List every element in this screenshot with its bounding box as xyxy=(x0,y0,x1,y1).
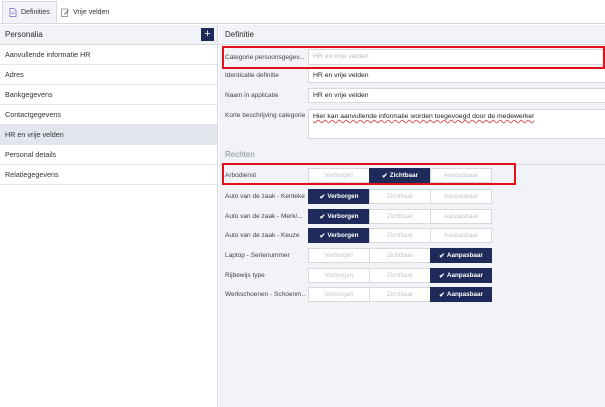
right-panel: Definitie Categorie persoonsgegev... HR … xyxy=(219,25,605,407)
rights-option-verborgen-button[interactable]: ✔ Verborgen xyxy=(308,209,370,224)
rights-option-zichtbaar-button[interactable]: Zichtbaar xyxy=(369,228,431,243)
check-icon: ✔ xyxy=(319,232,326,240)
nav-item-hr-en-vrije-velden[interactable]: HR en vrije velden xyxy=(0,125,217,145)
rights-option-label: Verborgen xyxy=(324,272,354,279)
rights-option-verborgen-button[interactable]: ✔ Verborgen xyxy=(308,189,370,204)
identicatie-input[interactable]: HR en vrije velden xyxy=(308,68,605,83)
rights-option-aanpasbaar-button[interactable]: ✔ Aanpasbaar xyxy=(430,287,492,302)
rights-option-zichtbaar-button[interactable]: Zichtbaar xyxy=(369,268,431,283)
left-panel: Personalia + Aanvullende informatie HR A… xyxy=(0,25,218,407)
rights-option-label: Aanpasbaar xyxy=(444,172,478,179)
tab-vrije-velden[interactable]: Vrije velden xyxy=(55,1,115,23)
rights-option-label: Zichtbaar xyxy=(386,291,414,298)
rights-option-zichtbaar-button[interactable]: ✔ Zichtbaar xyxy=(369,168,431,183)
rights-option-label: Aanpasbaar xyxy=(446,291,483,298)
rights-toggle-group: Verborgen Zichtbaar ✔ Aanpasbaar xyxy=(308,268,493,283)
left-panel-title: Personalia xyxy=(5,30,43,39)
rights-row-label: Auto van de zaak - Kenteken xyxy=(225,193,305,200)
tab-vrije-velden-label: Vrije velden xyxy=(73,8,110,16)
tab-bar: Definities Vrije velden xyxy=(0,0,605,24)
check-icon: ✔ xyxy=(319,213,326,221)
rights-row-label: Auto van de zaak - Merk/... xyxy=(225,213,303,220)
rights-option-zichtbaar-button[interactable]: Zichtbaar xyxy=(369,287,431,302)
rights-option-aanpasbaar-button[interactable]: ✔ Aanpasbaar xyxy=(430,268,492,283)
rights-option-label: Aanpasbaar xyxy=(446,252,483,259)
rights-option-aanpasbaar-button[interactable]: Aanpasbaar xyxy=(430,209,492,224)
rights-option-label: Verborgen xyxy=(324,291,354,298)
rights-option-verborgen-button[interactable]: Verborgen xyxy=(308,168,370,183)
naam-input[interactable]: HR en vrije velden xyxy=(308,88,605,103)
rights-option-zichtbaar-button[interactable]: Zichtbaar xyxy=(369,248,431,263)
rights-option-verborgen-button[interactable]: ✔ Verborgen xyxy=(308,228,370,243)
rights-option-label: Aanpasbaar xyxy=(444,232,478,239)
nav-item-label: Contactgegevens xyxy=(5,110,61,119)
rights-option-label: Zichtbaar xyxy=(386,272,414,279)
rights-option-aanpasbaar-button[interactable]: Aanpasbaar xyxy=(430,168,492,183)
rights-option-label: Verborgen xyxy=(327,193,359,200)
rights-option-zichtbaar-button[interactable]: Zichtbaar xyxy=(369,189,431,204)
nav-item-relatiegegevens[interactable]: Relatiegegevens xyxy=(0,165,217,185)
rights-option-label: Aanpasbaar xyxy=(444,193,478,200)
field-label-categorie: Categorie persoonsgegev... xyxy=(225,54,305,61)
rights-row-label: Laptop - Serienummer xyxy=(225,252,290,259)
check-icon: ✔ xyxy=(439,252,445,260)
rights-toggle-group: Verborgen ✔ Zichtbaar Aanpasbaar xyxy=(308,168,493,183)
rights-toggle-group: Verborgen Zichtbaar ✔ Aanpasbaar xyxy=(308,248,493,263)
tab-definities-label: Definities xyxy=(21,8,50,16)
rights-option-zichtbaar-button[interactable]: Zichtbaar xyxy=(369,209,431,224)
nav-item-contactgegevens[interactable]: Contactgegevens xyxy=(0,105,217,125)
beschrijving-textarea[interactable]: Hier kan aanvullende informatie worden t… xyxy=(308,109,605,139)
rights-toggle-group: Verborgen Zichtbaar ✔ Aanpasbaar xyxy=(308,287,493,302)
rights-row-label: Arbodienst xyxy=(225,172,257,179)
rights-option-aanpasbaar-button[interactable]: Aanpasbaar xyxy=(430,228,492,243)
rights-row-label: Rijbewijs type xyxy=(225,272,265,279)
document-icon xyxy=(9,7,17,17)
tab-definities[interactable]: Definities xyxy=(2,1,57,23)
nav-item-label: Bankgegevens xyxy=(5,90,53,99)
rights-option-label: Zichtbaar xyxy=(386,252,414,259)
left-panel-header: Personalia + xyxy=(0,25,217,45)
rights-option-label: Aanpasbaar xyxy=(444,213,478,220)
rights-option-label: Verborgen xyxy=(327,213,359,220)
rights-option-label: Zichtbaar xyxy=(389,172,419,179)
section-title-rechten: Rechten xyxy=(219,145,605,165)
nav-item-adres[interactable]: Adres xyxy=(0,65,217,85)
check-icon: ✔ xyxy=(439,291,445,299)
nav-item-bankgegevens[interactable]: Bankgegevens xyxy=(0,85,217,105)
rights-option-aanpasbaar-button[interactable]: Aanpasbaar xyxy=(430,189,492,204)
field-label-identicatie: Identicatie definitie xyxy=(225,72,279,79)
nav-item-aanvullende-informatie-hr[interactable]: Aanvullende informatie HR xyxy=(0,45,217,65)
rights-toggle-group: ✔ Verborgen Zichtbaar Aanpasbaar xyxy=(308,228,493,243)
field-label-naam: Naam in applicatie xyxy=(225,92,279,99)
check-icon: ✔ xyxy=(439,272,445,280)
rights-option-label: Verborgen xyxy=(324,172,354,179)
rights-option-verborgen-button[interactable]: Verborgen xyxy=(308,287,370,302)
nav-item-label: Aanvullende informatie HR xyxy=(5,50,91,59)
rights-option-label: Zichtbaar xyxy=(386,213,414,220)
nav-item-label: Adres xyxy=(5,70,24,79)
rights-option-label: Zichtbaar xyxy=(386,193,414,200)
nav-item-label: HR en vrije velden xyxy=(5,130,64,139)
rights-option-label: Verborgen xyxy=(327,232,359,239)
check-icon: ✔ xyxy=(319,193,326,201)
categorie-input[interactable]: HR en vrije velden xyxy=(308,49,605,65)
rights-option-label: Aanpasbaar xyxy=(446,272,483,279)
nav-item-personal-details[interactable]: Personal details xyxy=(0,145,217,165)
rights-row-label: Werkschoenen - Schoenm... xyxy=(225,291,305,298)
check-icon: ✔ xyxy=(381,172,388,180)
rights-option-verborgen-button[interactable]: Verborgen xyxy=(308,268,370,283)
section-title-definitie: Definitie xyxy=(219,25,605,45)
rights-option-aanpasbaar-button[interactable]: ✔ Aanpasbaar xyxy=(430,248,492,263)
rights-option-verborgen-button[interactable]: Verborgen xyxy=(308,248,370,263)
nav-item-label: Relatiegegevens xyxy=(5,170,59,179)
nav-item-label: Personal details xyxy=(5,150,57,159)
rights-toggle-group: ✔ Verborgen Zichtbaar Aanpasbaar xyxy=(308,189,493,204)
rights-option-label: Verborgen xyxy=(324,252,354,259)
rights-row-label: Auto van de zaak - Keuze xyxy=(225,232,300,239)
add-button[interactable]: + xyxy=(201,28,214,41)
edit-icon xyxy=(61,8,69,17)
rights-toggle-group: ✔ Verborgen Zichtbaar Aanpasbaar xyxy=(308,209,493,224)
field-label-beschrijving: Korte beschrijving categorie xyxy=(225,112,306,119)
rights-option-label: Zichtbaar xyxy=(386,232,414,239)
